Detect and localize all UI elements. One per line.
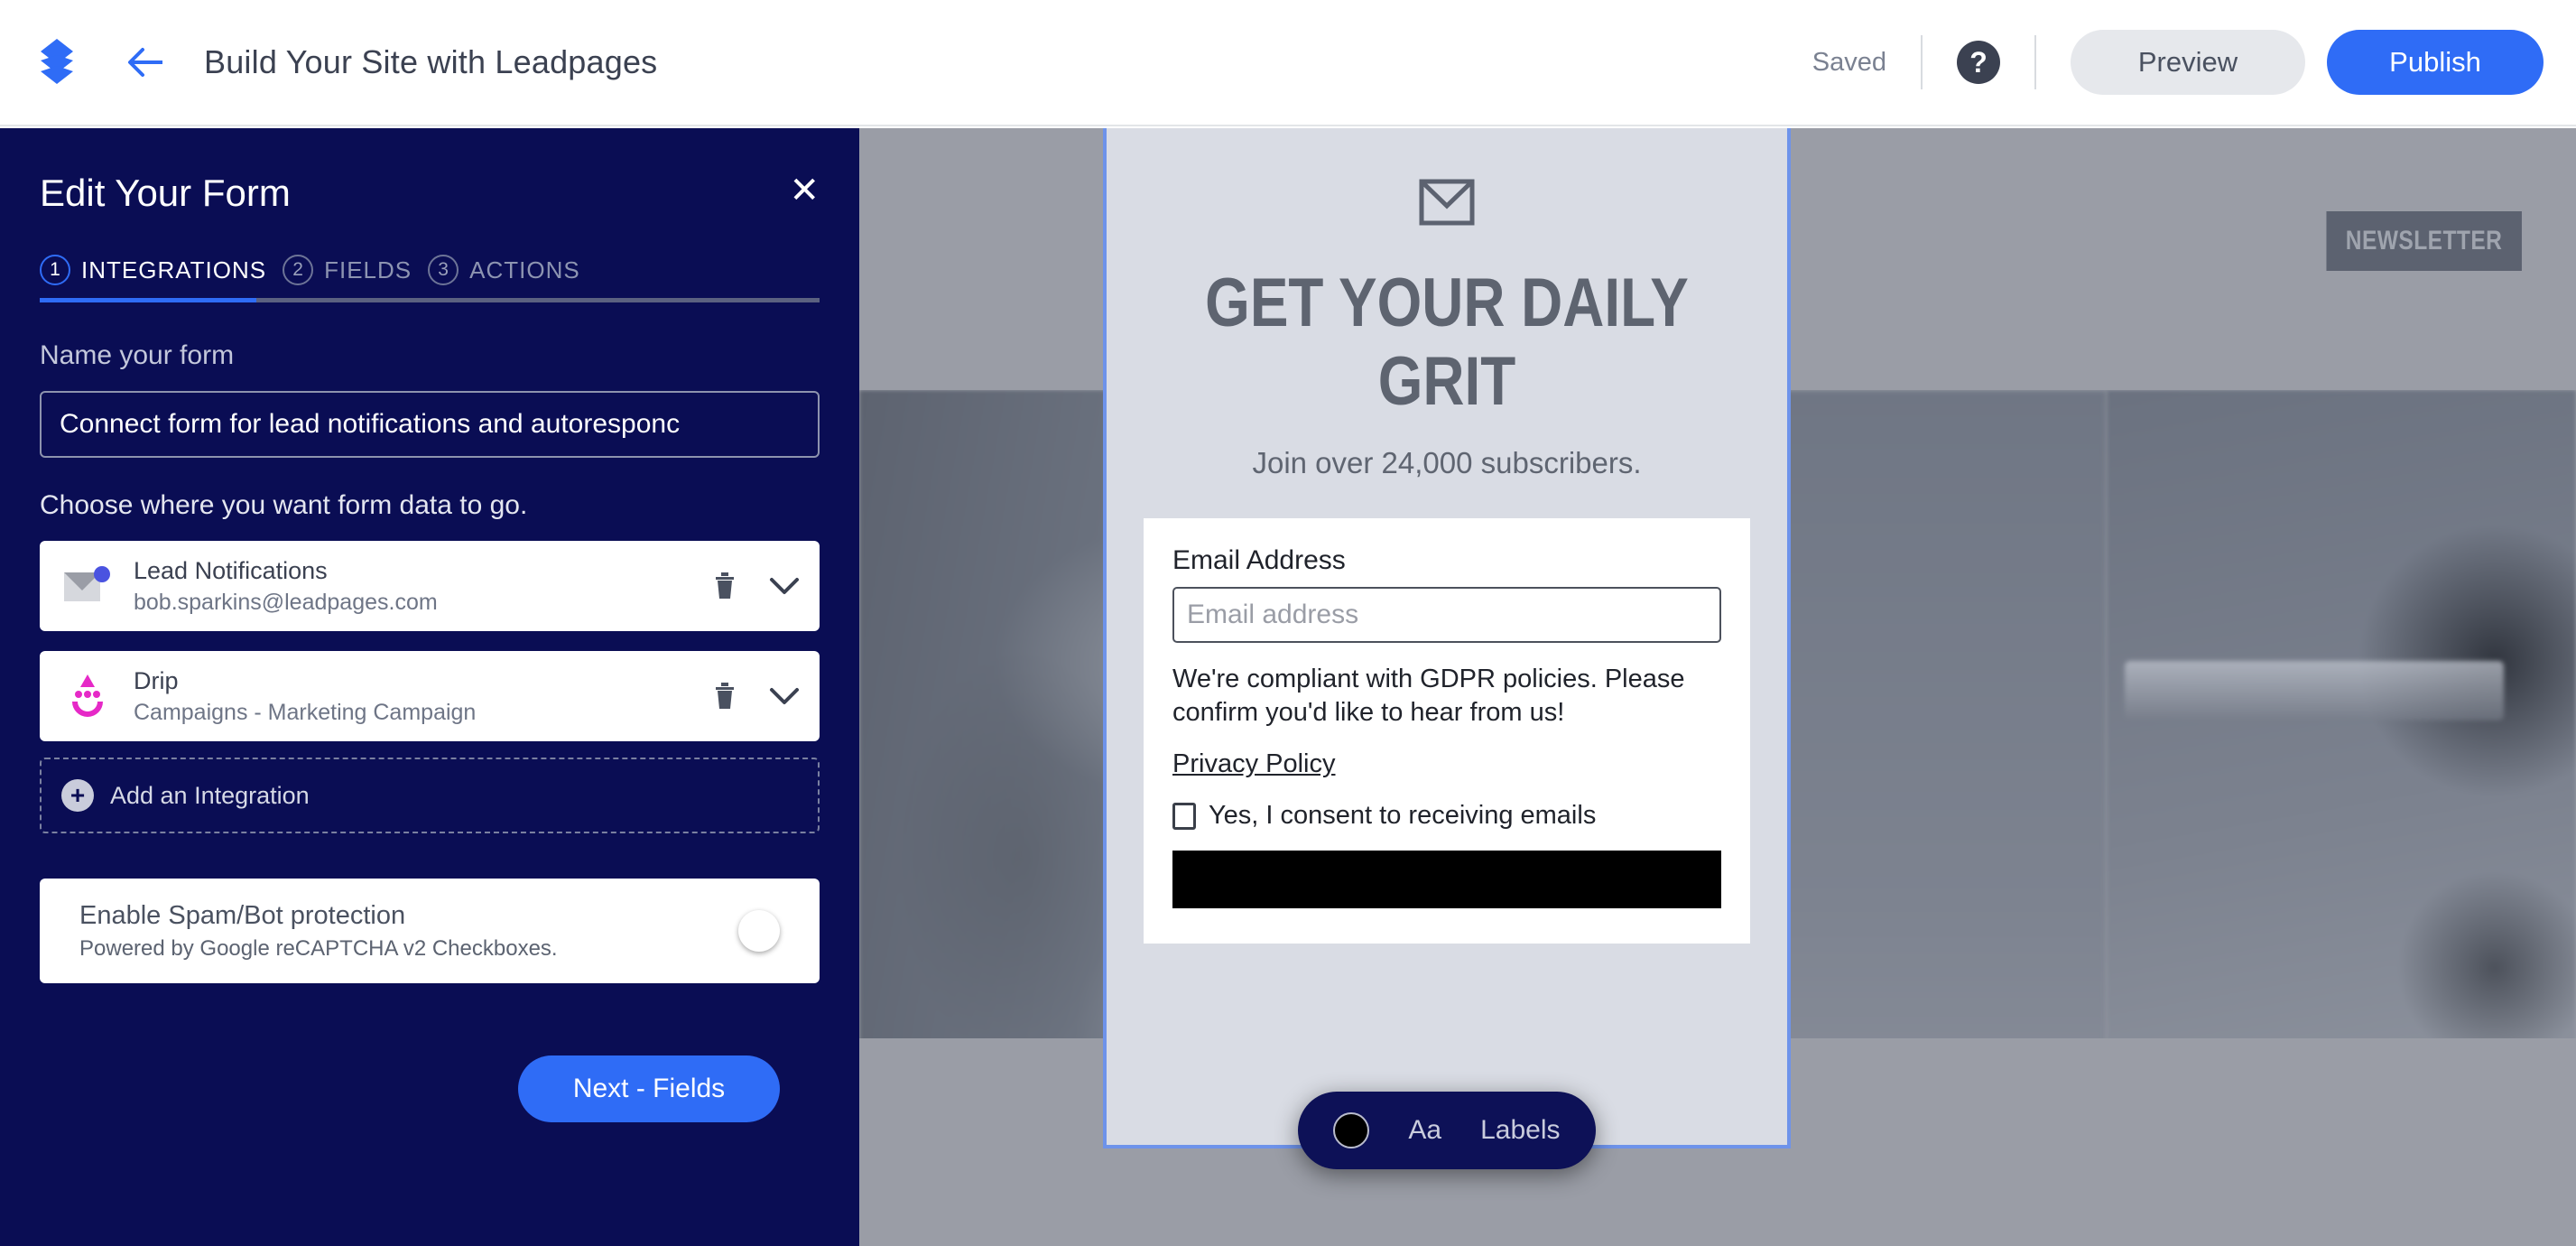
integration-text: Lead Notifications bob.sparkins@leadpage…: [134, 557, 438, 616]
chevron-down-icon[interactable]: [769, 576, 800, 596]
next-fields-button[interactable]: Next - Fields: [518, 1055, 780, 1122]
step-tabs: 1 INTEGRATIONS 2 FIELDS 3 ACTIONS: [0, 215, 859, 285]
spam-protection-subtitle: Powered by Google reCAPTCHA v2 Checkboxe…: [79, 935, 558, 961]
newsletter-nav-button[interactable]: NEWSLETTER: [2326, 211, 2522, 271]
gdpr-note: We're compliant with GDPR policies. Plea…: [1172, 665, 1685, 728]
chevron-down-icon[interactable]: [769, 686, 800, 706]
panel-body: Name your form Choose where you want for…: [0, 340, 859, 1122]
save-status: Saved: [1812, 47, 1886, 77]
trash-icon[interactable]: [713, 682, 737, 711]
plus-circle-icon: +: [61, 779, 94, 812]
email-field-label: Email Address: [1172, 545, 1346, 575]
integration-actions: [713, 572, 800, 600]
tab-label: INTEGRATIONS: [81, 256, 267, 284]
panel-footer: Next - Fields: [40, 1055, 820, 1122]
integration-actions: [713, 682, 800, 711]
step-number: 1: [40, 255, 70, 285]
labels-button[interactable]: Labels: [1480, 1115, 1560, 1146]
consent-label: Yes, I consent to receiving emails: [1209, 801, 1597, 831]
color-swatch-icon[interactable]: [1333, 1112, 1370, 1148]
integration-row-lead-notifications[interactable]: Lead Notifications bob.sparkins@leadpage…: [40, 541, 820, 631]
selected-section[interactable]: TEXT + FORM ••• GET YOUR DAILY GRIT Join…: [1103, 128, 1791, 1169]
email-input[interactable]: [1172, 587, 1721, 643]
font-size-button[interactable]: Aa: [1408, 1115, 1441, 1146]
add-integration-button[interactable]: + Add an Integration: [40, 758, 820, 833]
top-toolbar: Build Your Site with Leadpages Saved ? P…: [0, 0, 2576, 126]
panel-header: Edit Your Form ✕: [0, 128, 859, 215]
integration-detail: bob.sparkins@leadpages.com: [134, 589, 438, 615]
spam-protection-card: Enable Spam/Bot protection Powered by Go…: [40, 879, 820, 983]
embedded-form-card: Email Address We're compliant with GDPR …: [1144, 518, 1750, 944]
form-submit-button[interactable]: [1172, 851, 1721, 909]
tab-actions[interactable]: 3 ACTIONS: [428, 255, 580, 285]
form-name-label: Name your form: [40, 340, 235, 370]
trash-icon[interactable]: [713, 572, 737, 600]
consent-row: Yes, I consent to receiving emails: [1172, 801, 1721, 831]
integration-name: Lead Notifications: [134, 556, 328, 584]
spam-protection-toggle[interactable]: [738, 910, 780, 952]
text-format-toolbar: Aa Labels: [1298, 1092, 1596, 1169]
publish-button[interactable]: Publish: [2327, 30, 2544, 95]
privacy-policy-link[interactable]: Privacy Policy: [1172, 749, 1336, 779]
tab-fields[interactable]: 2 FIELDS: [283, 255, 412, 285]
panel-title: Edit Your Form: [40, 172, 291, 214]
envelope-notification-icon: [60, 558, 116, 614]
page-canvas: GRIT NEWSLETTER TEXT + FORM ••• GET YOUR…: [859, 128, 2576, 1246]
add-integration-label: Add an Integration: [110, 781, 310, 809]
integration-name: Drip: [134, 666, 179, 694]
topbar-actions: Saved ? Preview Publish: [1812, 30, 2544, 95]
integration-row-drip[interactable]: Drip Campaigns - Marketing Campaign: [40, 651, 820, 741]
step-progress-fill: [40, 298, 256, 302]
integration-text: Drip Campaigns - Marketing Campaign: [134, 667, 476, 726]
divider: [2034, 35, 2036, 89]
divider: [1921, 35, 1923, 89]
choose-destination-label: Choose where you want form data to go.: [40, 490, 528, 520]
edit-form-panel: Edit Your Form ✕ 1 INTEGRATIONS 2 FIELDS…: [0, 128, 859, 1246]
page-title: Build Your Site with Leadpages: [204, 43, 658, 80]
step-number: 2: [283, 255, 314, 285]
form-name-input[interactable]: [40, 391, 820, 458]
close-x-icon[interactable]: ✕: [789, 172, 820, 209]
drip-logo-icon: [60, 668, 116, 724]
step-number: 3: [428, 255, 459, 285]
integration-detail: Campaigns - Marketing Campaign: [134, 699, 477, 725]
tab-integrations[interactable]: 1 INTEGRATIONS: [40, 255, 266, 285]
envelope-outline-icon: [1419, 179, 1475, 226]
question-mark-icon[interactable]: ?: [1957, 41, 2000, 84]
section-headline: GET YOUR DAILY GRIT: [1205, 265, 1689, 420]
preview-button[interactable]: Preview: [2071, 30, 2305, 95]
spam-text: Enable Spam/Bot protection Powered by Go…: [79, 901, 558, 962]
consent-checkbox[interactable]: [1172, 802, 1196, 830]
spam-protection-title: Enable Spam/Bot protection: [79, 900, 406, 930]
tab-label: ACTIONS: [469, 256, 580, 284]
step-progress-bar: [40, 298, 820, 302]
tab-label: FIELDS: [324, 256, 412, 284]
section-subheadline: Join over 24,000 subscribers.: [1252, 446, 1642, 479]
back-arrow-icon[interactable]: [121, 37, 171, 88]
leadpages-layers-logo-icon[interactable]: [27, 33, 87, 92]
